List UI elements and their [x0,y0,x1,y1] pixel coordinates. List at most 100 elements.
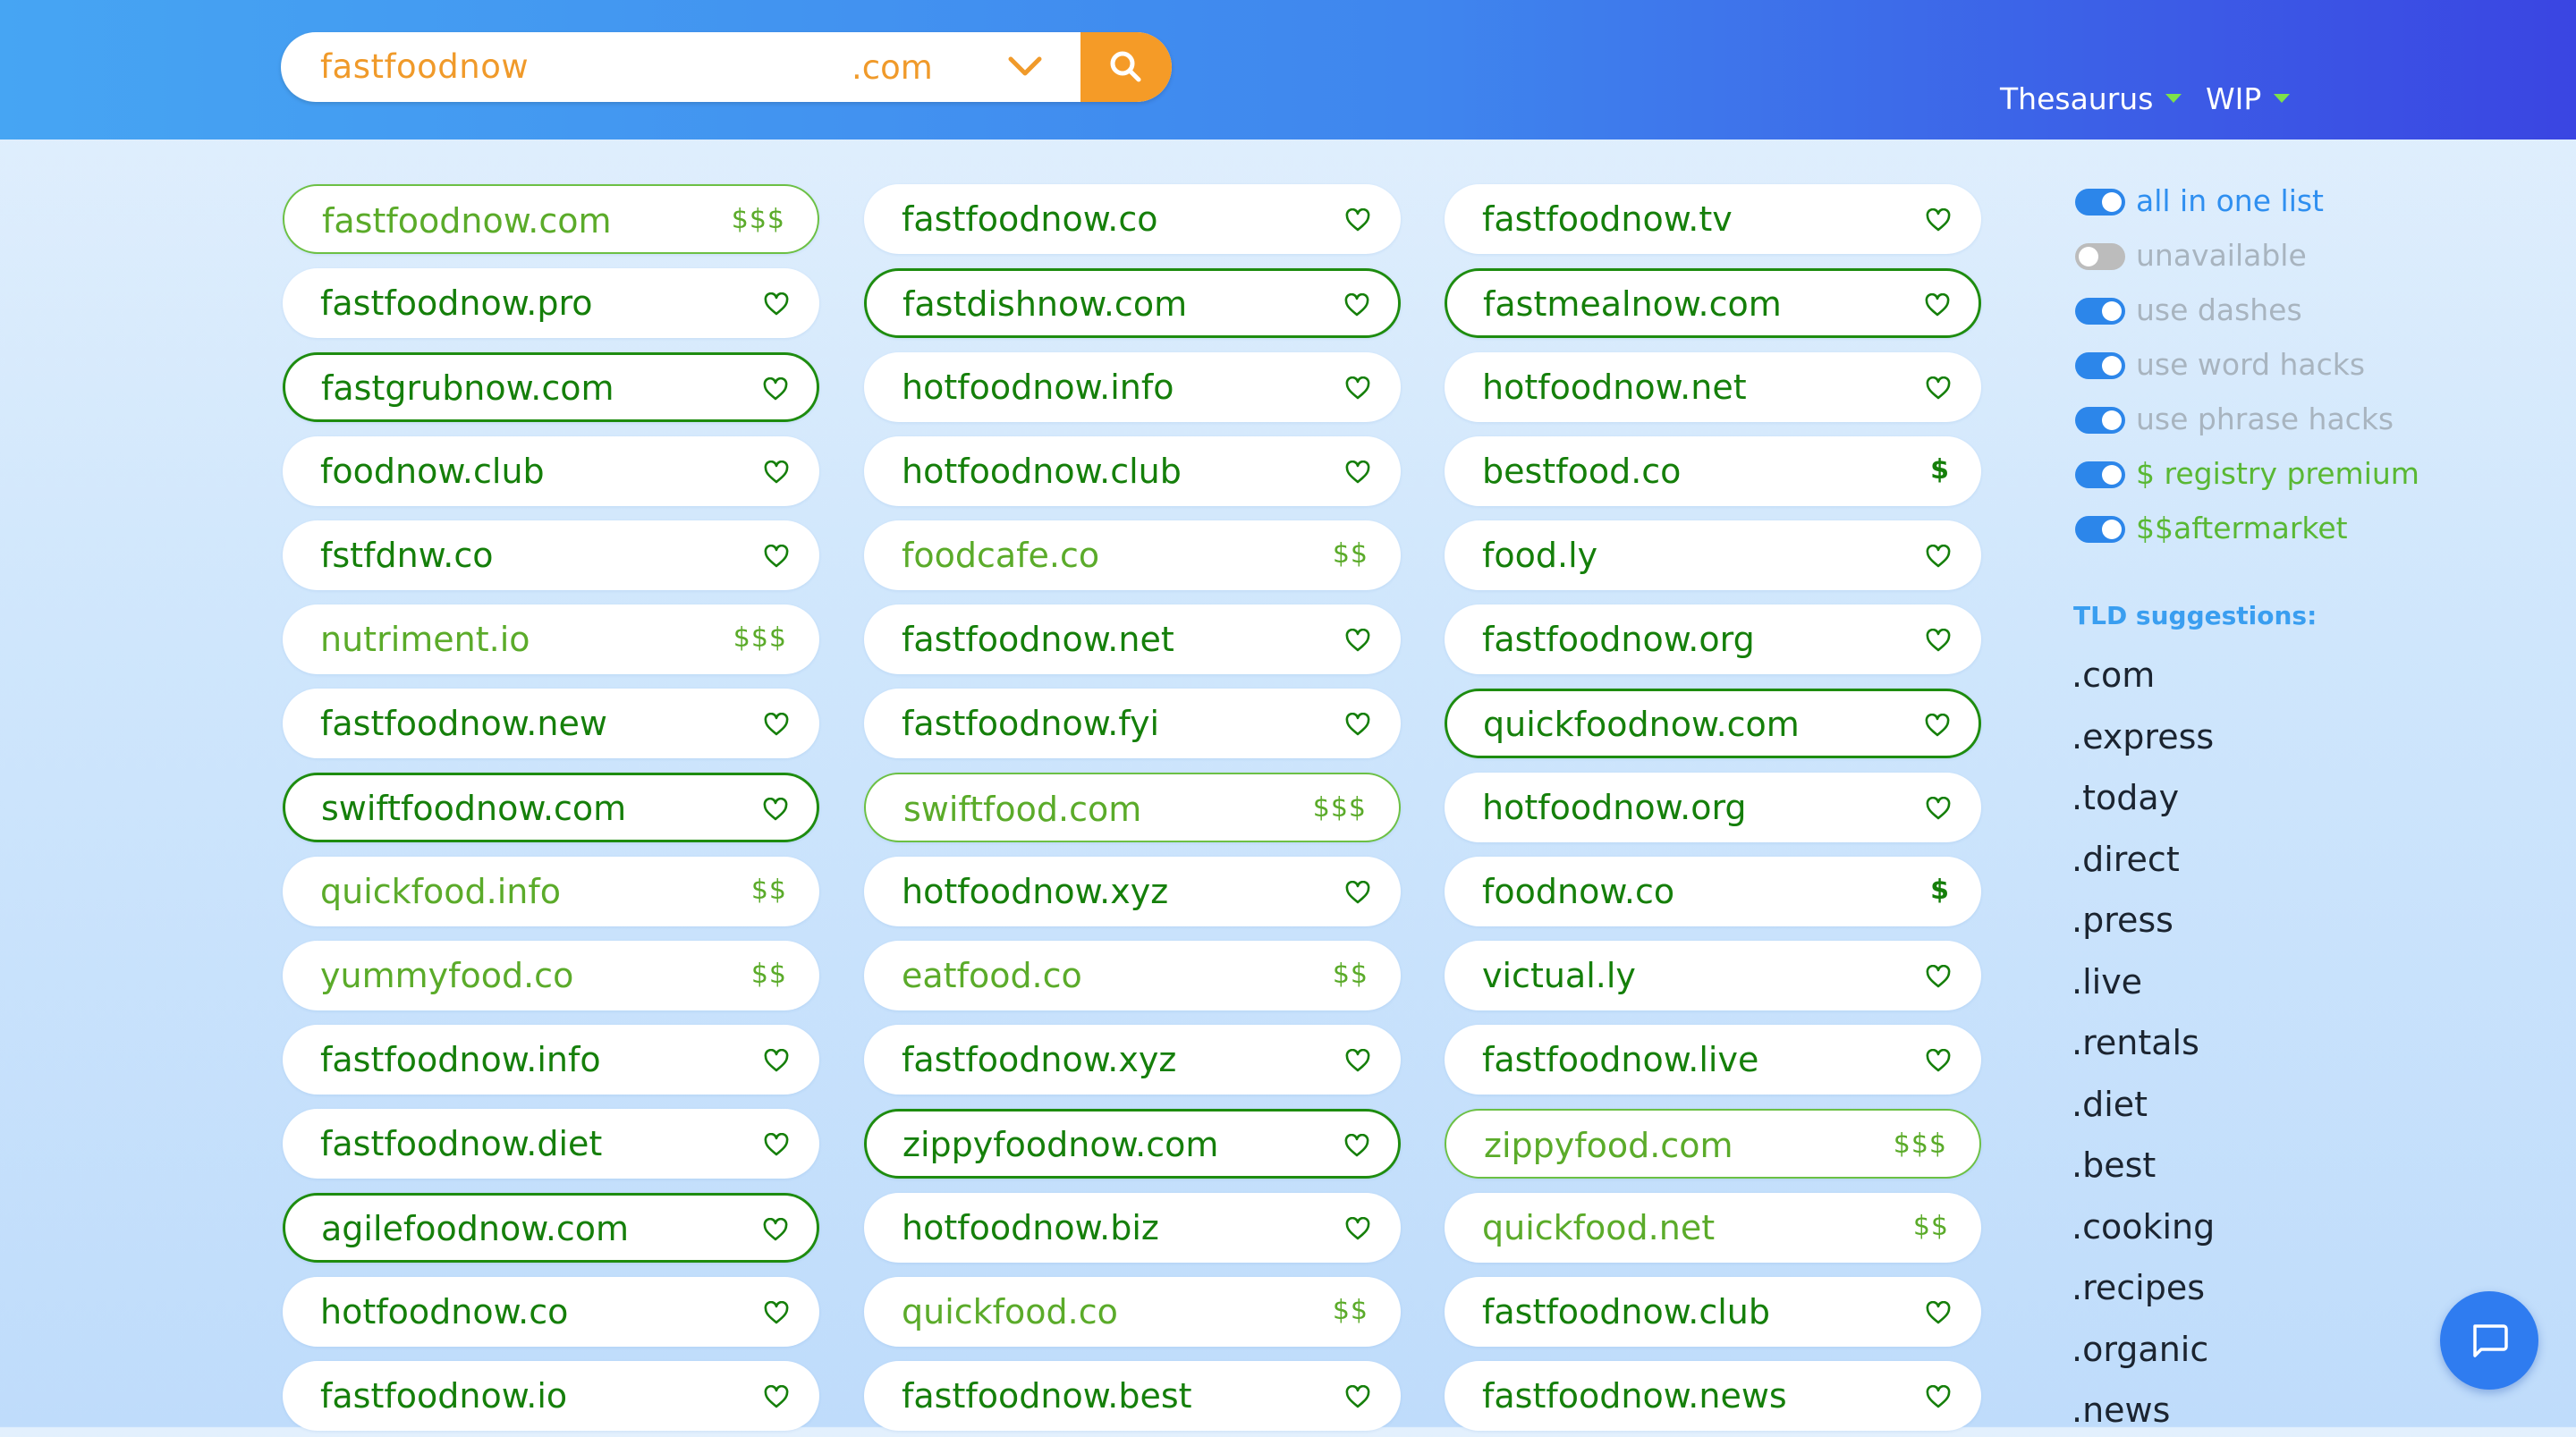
toggle-switch[interactable] [2075,243,2125,270]
heart-icon[interactable] [763,797,788,821]
domain-card[interactable]: quickfoodnow.com [1445,689,1981,758]
heart-icon[interactable] [1926,1300,1951,1324]
heart-icon[interactable] [1345,880,1370,904]
tld-suggestion[interactable]: .recipes [2072,1261,2205,1314]
heart-icon[interactable] [1925,713,1950,737]
domain-card[interactable]: hotfoodnow.club [864,436,1401,506]
heart-icon[interactable] [764,712,789,736]
domain-card[interactable]: hotfoodnow.biz [864,1193,1401,1263]
tld-suggestion[interactable]: .diet [2072,1078,2148,1131]
tld-suggestion[interactable]: .organic [2072,1323,2208,1376]
heart-icon[interactable] [1926,544,1951,568]
tld-select-value[interactable]: .com [852,32,933,102]
heart-icon[interactable] [1926,1384,1951,1408]
search-input[interactable]: fastfoodnow [320,32,529,102]
tld-suggestion[interactable]: .rentals [2072,1016,2199,1069]
domain-card[interactable]: fastfoodnow.news [1445,1361,1981,1431]
heart-icon[interactable] [764,292,789,316]
heart-icon[interactable] [764,1300,789,1324]
heart-icon[interactable] [1926,207,1951,232]
tld-suggestion[interactable]: .live [2072,955,2142,1009]
toggle-switch[interactable] [2075,352,2125,379]
domain-card[interactable]: fastfoodnow.co [864,184,1401,254]
tld-suggestion[interactable]: .direct [2072,833,2180,886]
tld-suggestion[interactable]: .today [2072,771,2179,824]
domain-card[interactable]: fastfoodnow.new [283,689,819,758]
domain-card[interactable]: fastfoodnow.info [283,1025,819,1095]
toggle-switch[interactable] [2075,189,2125,216]
domain-card[interactable]: fastmealnow.com [1445,268,1981,338]
heart-icon[interactable] [1926,1048,1951,1072]
heart-icon[interactable] [1345,1048,1370,1072]
heart-icon[interactable] [1345,1216,1370,1240]
domain-card[interactable]: bestfood.co $ [1445,436,1981,506]
domain-card[interactable]: hotfoodnow.org [1445,773,1981,842]
heart-icon[interactable] [1345,207,1370,232]
heart-icon[interactable] [1345,712,1370,736]
heart-icon[interactable] [1344,292,1369,317]
heart-icon[interactable] [764,460,789,484]
domain-card[interactable]: eatfood.co $$ [864,941,1401,1010]
search-button[interactable] [1080,32,1172,102]
domain-card[interactable]: fastfoodnow.fyi [864,689,1401,758]
domain-card[interactable]: fastfoodnow.net [864,604,1401,674]
toggle-switch[interactable] [2075,407,2125,434]
domain-card[interactable]: fastfoodnow.best [864,1361,1401,1431]
domain-card[interactable]: quickfood.net $$ [1445,1193,1981,1263]
tld-suggestion[interactable]: .best [2072,1138,2156,1192]
heart-icon[interactable] [763,1217,788,1241]
toggle-switch[interactable] [2075,461,2125,488]
tld-suggestion[interactable]: .press [2072,893,2174,947]
domain-card[interactable]: quickfood.info $$ [283,857,819,926]
domain-card[interactable]: fastfoodnow.pro [283,268,819,338]
domain-card[interactable]: swiftfoodnow.com [283,773,819,842]
domain-card[interactable]: foodnow.club [283,436,819,506]
domain-card[interactable]: foodcafe.co $$ [864,520,1401,590]
domain-card[interactable]: fastfoodnow.tv [1445,184,1981,254]
tld-suggestion[interactable]: .com [2072,648,2155,702]
domain-card[interactable]: fastgrubnow.com [283,352,819,422]
heart-icon[interactable] [764,1048,789,1072]
nav-wip[interactable]: WIP [2206,77,2291,122]
domain-card[interactable]: fastfoodnow.io [283,1361,819,1431]
heart-icon[interactable] [1345,628,1370,652]
heart-icon[interactable] [764,1132,789,1156]
domain-card[interactable]: fastfoodnow.xyz [864,1025,1401,1095]
tld-suggestion[interactable]: .express [2072,710,2214,764]
domain-card[interactable]: food.ly [1445,520,1981,590]
toggle-switch[interactable] [2075,516,2125,543]
heart-icon[interactable] [1345,1384,1370,1408]
heart-icon[interactable] [764,1384,789,1408]
domain-card[interactable]: victual.ly [1445,941,1981,1010]
domain-card[interactable]: hotfoodnow.net [1445,352,1981,422]
heart-icon[interactable] [1926,628,1951,652]
domain-card[interactable]: fastfoodnow.com $$$ [283,184,819,254]
domain-card[interactable]: nutriment.io $$$ [283,604,819,674]
toggle-switch[interactable] [2075,298,2125,325]
domain-card[interactable]: fastfoodnow.diet [283,1109,819,1179]
heart-icon[interactable] [1926,376,1951,400]
heart-icon[interactable] [1925,292,1950,317]
chevron-down-icon[interactable] [1007,54,1043,80]
heart-icon[interactable] [1926,964,1951,988]
heart-icon[interactable] [1344,1133,1369,1157]
domain-card[interactable]: hotfoodnow.info [864,352,1401,422]
domain-card[interactable]: yummyfood.co $$ [283,941,819,1010]
chat-button[interactable] [2440,1291,2538,1390]
tld-suggestion[interactable]: .cooking [2072,1200,2215,1254]
tld-suggestion[interactable]: .news [2072,1383,2170,1437]
domain-card[interactable]: zippyfood.com $$$ [1445,1109,1981,1179]
heart-icon[interactable] [763,376,788,401]
domain-card[interactable]: hotfoodnow.co [283,1277,819,1347]
domain-card[interactable]: fastfoodnow.club [1445,1277,1981,1347]
domain-card[interactable]: fastdishnow.com [864,268,1401,338]
domain-card[interactable]: quickfood.co $$ [864,1277,1401,1347]
heart-icon[interactable] [764,544,789,568]
domain-card[interactable]: swiftfood.com $$$ [864,773,1401,842]
domain-card[interactable]: fastfoodnow.live [1445,1025,1981,1095]
domain-card[interactable]: fastfoodnow.org [1445,604,1981,674]
domain-card[interactable]: hotfoodnow.xyz [864,857,1401,926]
domain-card[interactable]: agilefoodnow.com [283,1193,819,1263]
nav-thesaurus[interactable]: Thesaurus [2000,77,2182,122]
heart-icon[interactable] [1345,376,1370,400]
